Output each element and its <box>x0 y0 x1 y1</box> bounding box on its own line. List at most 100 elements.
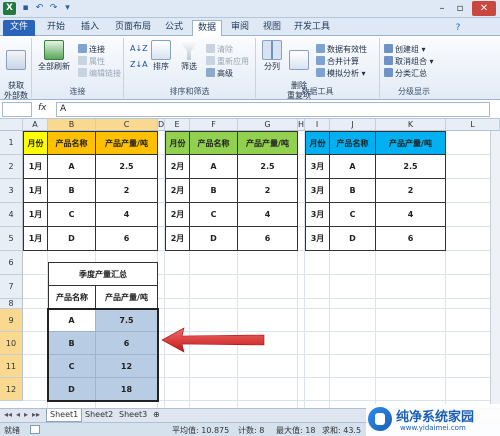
minimize-icon[interactable]: – <box>434 1 450 16</box>
name-box[interactable] <box>2 102 32 117</box>
subtotal-button[interactable]: 分类汇总 <box>384 68 427 79</box>
worksheet-grid[interactable]: A B C D E F G H I J K L 1 2 3 4 5 6 7 8 9 10 11 12 月份 产品名称 产品产量/吨 1… <box>0 119 500 408</box>
row-header[interactable]: 7 <box>0 275 23 299</box>
excel-app-icon[interactable]: X <box>3 2 16 15</box>
edit-links-button[interactable]: 编辑链接 <box>78 68 121 79</box>
table-cell-production[interactable]: 6 <box>238 227 298 251</box>
table-cell-name[interactable]: C <box>190 203 238 227</box>
tab-view[interactable]: 视图 <box>258 20 286 36</box>
table-cell-name[interactable]: D <box>48 227 96 251</box>
advanced-button[interactable]: 高级 <box>206 68 233 79</box>
table-cell-production[interactable]: 2 <box>96 179 158 203</box>
tab-page-layout[interactable]: 页面布局 <box>110 20 156 36</box>
consolidate-button[interactable]: 合并计算 <box>316 56 359 67</box>
column-header[interactable]: C <box>96 119 158 131</box>
table-cell-production[interactable]: 4 <box>376 203 446 227</box>
summary-header-name[interactable]: 产品名称 <box>48 286 96 310</box>
table-cell-month[interactable]: 1月 <box>23 227 48 251</box>
what-if-button[interactable]: 模拟分析 ▾ <box>316 68 366 79</box>
table-cell-month[interactable]: 3月 <box>305 227 330 251</box>
table-cell-month[interactable]: 3月 <box>305 155 330 179</box>
row-header[interactable]: 6 <box>0 251 23 275</box>
table-cell-name[interactable]: A <box>330 155 376 179</box>
refresh-all-button[interactable]: 全部刷新 <box>38 40 70 72</box>
column-header[interactable]: H <box>298 119 305 131</box>
table-header-production[interactable]: 产品产量/吨 <box>96 131 158 155</box>
table-cell-name[interactable]: A <box>48 155 96 179</box>
column-header[interactable]: J <box>330 119 376 131</box>
last-sheet-icon[interactable]: ▸▸ <box>32 410 40 419</box>
row-header[interactable]: 11 <box>0 355 23 378</box>
table-header-month[interactable]: 月份 <box>165 131 190 155</box>
sort-asc-button[interactable]: A↓Z <box>130 44 148 53</box>
first-sheet-icon[interactable]: ◂◂ <box>4 410 12 419</box>
filter-button[interactable]: 筛选 <box>178 40 200 72</box>
table-cell-month[interactable]: 2月 <box>165 203 190 227</box>
next-sheet-icon[interactable]: ▸ <box>24 410 28 419</box>
sort-button[interactable]: 排序 <box>150 40 172 72</box>
summary-header-production[interactable]: 产品产量/吨 <box>96 286 158 310</box>
row-header[interactable]: 9 <box>0 309 23 332</box>
row-header[interactable]: 12 <box>0 378 23 401</box>
column-header[interactable]: K <box>376 119 446 131</box>
table-header-month[interactable]: 月份 <box>305 131 330 155</box>
row-header[interactable]: 4 <box>0 203 23 227</box>
table-cell-production[interactable]: 4 <box>238 203 298 227</box>
table-header-name[interactable]: 产品名称 <box>330 131 376 155</box>
table-cell-name[interactable]: C <box>330 203 376 227</box>
table-cell-name[interactable]: B <box>330 179 376 203</box>
column-header[interactable]: L <box>446 119 500 131</box>
table-cell-name[interactable]: D <box>330 227 376 251</box>
macro-record-icon[interactable] <box>30 425 40 434</box>
sort-desc-button[interactable]: Z↓A <box>130 60 148 69</box>
column-header[interactable]: B <box>48 119 96 131</box>
data-validation-button[interactable]: 数据有效性 <box>316 44 367 55</box>
summary-title[interactable]: 季度产量汇总 <box>48 262 158 286</box>
tab-formulas[interactable]: 公式 <box>160 20 188 36</box>
customize-icon[interactable]: ▾ <box>62 3 73 14</box>
restore-icon[interactable]: ▫ <box>452 1 468 16</box>
table-cell-production[interactable]: 6 <box>376 227 446 251</box>
table-header-production[interactable]: 产品产量/吨 <box>238 131 298 155</box>
tab-file[interactable]: 文件 <box>3 20 35 36</box>
ungroup-button[interactable]: 取消组合 ▾ <box>384 56 434 67</box>
table-cell-name[interactable]: B <box>48 179 96 203</box>
row-header[interactable]: 10 <box>0 332 23 355</box>
reapply-button[interactable]: 重新应用 <box>206 56 249 67</box>
redo-icon[interactable]: ↷ <box>48 3 59 14</box>
tab-data[interactable]: 数据 <box>192 20 222 36</box>
column-header[interactable]: D <box>158 119 165 131</box>
table-cell-name[interactable]: B <box>190 179 238 203</box>
table-cell-production[interactable]: 6 <box>96 227 158 251</box>
column-header[interactable]: A <box>23 119 48 131</box>
row-header[interactable]: 2 <box>0 155 23 179</box>
table-cell-production[interactable]: 2 <box>376 179 446 203</box>
table-cell-month[interactable]: 1月 <box>23 155 48 179</box>
sheet-tab-sheet2[interactable]: Sheet2 <box>82 409 116 422</box>
properties-button[interactable]: 属性 <box>78 56 105 67</box>
row-header[interactable]: 8 <box>0 299 23 309</box>
table-cell-production[interactable]: 2.5 <box>96 155 158 179</box>
vertical-scrollbar[interactable] <box>490 131 500 408</box>
sheet-tab-sheet3[interactable]: Sheet3 <box>116 409 150 422</box>
new-sheet-icon[interactable]: ⊕ <box>150 409 163 422</box>
column-header[interactable]: E <box>165 119 190 131</box>
group-button[interactable]: 创建组 ▾ <box>384 44 426 55</box>
row-header[interactable]: 5 <box>0 227 23 251</box>
formula-input[interactable]: A <box>56 102 490 117</box>
select-all-corner[interactable] <box>0 119 23 131</box>
sheet-tab-sheet1[interactable]: Sheet1 <box>46 409 83 422</box>
table-cell-production[interactable]: 4 <box>96 203 158 227</box>
table-cell-production[interactable]: 2.5 <box>376 155 446 179</box>
column-header[interactable]: I <box>305 119 330 131</box>
column-header[interactable]: F <box>190 119 238 131</box>
row-header[interactable]: 3 <box>0 179 23 203</box>
table-cell-month[interactable]: 2月 <box>165 155 190 179</box>
tab-home[interactable]: 开始 <box>42 20 70 36</box>
table-cell-name[interactable]: D <box>190 227 238 251</box>
table-cell-month[interactable]: 3月 <box>305 203 330 227</box>
table-cell-month[interactable]: 3月 <box>305 179 330 203</box>
table-cell-month[interactable]: 1月 <box>23 179 48 203</box>
table-cell-month[interactable]: 2月 <box>165 179 190 203</box>
tab-review[interactable]: 审阅 <box>226 20 254 36</box>
